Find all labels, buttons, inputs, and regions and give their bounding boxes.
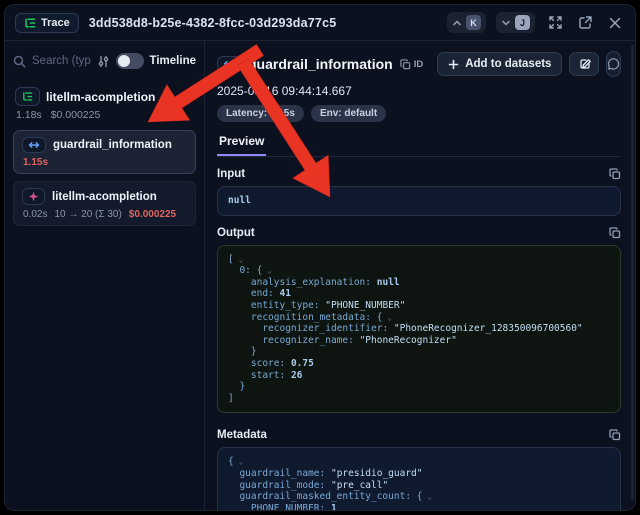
span-badge (22, 137, 46, 153)
copy-input-button[interactable] (609, 168, 621, 180)
trace-root-badge (15, 87, 40, 106)
annotate-button[interactable]: Annotate (570, 53, 599, 75)
plus-icon (448, 59, 459, 70)
tree-root-stats: 1.18s $0.000225 (16, 109, 194, 121)
item-cost: $0.000225 (129, 209, 176, 220)
tree-item-label: guardrail_information (53, 139, 172, 151)
close-button[interactable] (605, 13, 625, 33)
input-code-block[interactable]: null (217, 186, 621, 216)
output-code-block[interactable]: [ ⌄ 0: { ⌄ analysis_explanation: null en… (217, 245, 621, 414)
prev-span-shortcut[interactable]: K (447, 12, 486, 33)
output-section-label: Output (217, 227, 609, 239)
tree-item-litellm-acompletion[interactable]: litellm-acompletion 0.02s 10 → 20 (Σ 30)… (13, 181, 196, 226)
close-icon (609, 17, 621, 29)
add-to-datasets-label: Add to datasets (465, 58, 551, 70)
span-header: guardrail_information ID Add to datasets (217, 51, 621, 77)
copy-output-button[interactable] (609, 227, 621, 239)
tree-root-label: litellm-acompletion (46, 90, 160, 104)
top-bar: Trace 3dd538d8-b25e-4382-8fcc-03d293da77… (5, 5, 635, 41)
expand-icon (549, 16, 562, 29)
arrows-horizontal-icon (28, 140, 40, 150)
sliders-icon[interactable] (97, 55, 110, 68)
input-section: Input null (217, 168, 621, 216)
keycap-k: K (466, 15, 481, 30)
content-area: Timeline litellm-acompletion (5, 41, 635, 510)
trace-tree-sidebar: Timeline litellm-acompletion (5, 41, 205, 510)
tree-item-guardrail-information[interactable]: guardrail_information 1.15s (13, 130, 196, 174)
span-badge (217, 56, 241, 72)
metadata-section: Metadata { ⌄ guardrail_name: "presidio_g… (217, 429, 621, 510)
arrows-horizontal-icon (223, 59, 235, 69)
tree-item-label: litellm-acompletion (52, 191, 157, 203)
item-latency: 1.15s (23, 157, 48, 168)
search-icon (13, 55, 26, 68)
chevron-up-icon (452, 18, 462, 28)
env-badge: Env: default (311, 105, 386, 122)
sparkle-icon (28, 191, 39, 202)
expand-view-button[interactable] (545, 13, 565, 33)
trace-id: 3dd538d8-b25e-4382-8fcc-03d293da77c5 (89, 16, 337, 30)
span-timestamp: 2025-05-16 09:44:14.667 (217, 84, 621, 98)
timeline-label: Timeline (150, 55, 196, 67)
badge-row: Latency: 1.15s Env: default (217, 105, 621, 122)
generation-badge (22, 188, 45, 205)
next-span-shortcut[interactable]: J (496, 12, 535, 33)
tree-root-row[interactable]: litellm-acompletion (13, 87, 196, 106)
add-to-datasets-button[interactable]: Add to datasets (437, 52, 562, 76)
copy-metadata-button[interactable] (609, 429, 621, 441)
annotate-split-button: Annotate (569, 52, 599, 76)
item-tokens: 10 → 20 (Σ 30) (54, 209, 121, 220)
item-latency: 0.02s (23, 209, 47, 220)
id-label: ID (414, 59, 424, 70)
chevron-down-icon (501, 18, 511, 28)
span-title: guardrail_information (248, 56, 393, 72)
trace-detail-window: Trace 3dd538d8-b25e-4382-8fcc-03d293da77… (4, 4, 636, 511)
annotate-label: Annotate (598, 58, 599, 70)
copy-id-chip[interactable]: ID (400, 59, 424, 70)
latency-badge: Latency: 1.15s (217, 105, 304, 122)
collapse-all-icon[interactable] (183, 91, 194, 102)
comment-bubble-icon (607, 58, 620, 71)
trace-badge-label: Trace (41, 17, 70, 29)
search-row: Timeline (13, 49, 196, 73)
list-tree-icon (24, 17, 36, 29)
open-in-new-button[interactable] (575, 13, 595, 33)
external-link-icon (579, 16, 592, 29)
copy-icon (400, 59, 411, 70)
main-scrollbar[interactable] (631, 45, 634, 500)
list-tree-icon (22, 91, 33, 102)
metadata-section-label: Metadata (217, 429, 609, 441)
root-latency: 1.18s (16, 109, 42, 121)
trace-type-badge: Trace (15, 13, 79, 33)
metadata-code-block[interactable]: { ⌄ guardrail_name: "presidio_guard" gua… (217, 447, 621, 510)
toggle-knob (118, 55, 130, 67)
root-cost: $0.000225 (51, 109, 101, 121)
input-section-label: Input (217, 168, 609, 180)
keycap-j: J (515, 15, 530, 30)
pencil-square-icon (580, 58, 592, 70)
span-detail-panel: guardrail_information ID Add to datasets (205, 41, 635, 510)
output-section: Output [ ⌄ 0: { ⌄ analysis_explanation: … (217, 227, 621, 414)
collapse-chevron-icon[interactable] (166, 91, 177, 102)
timeline-toggle[interactable] (116, 53, 144, 69)
comments-button[interactable] (606, 51, 621, 77)
search-input[interactable] (32, 55, 91, 67)
detail-tabs: Preview (217, 131, 621, 157)
tab-preview[interactable]: Preview (217, 131, 266, 156)
